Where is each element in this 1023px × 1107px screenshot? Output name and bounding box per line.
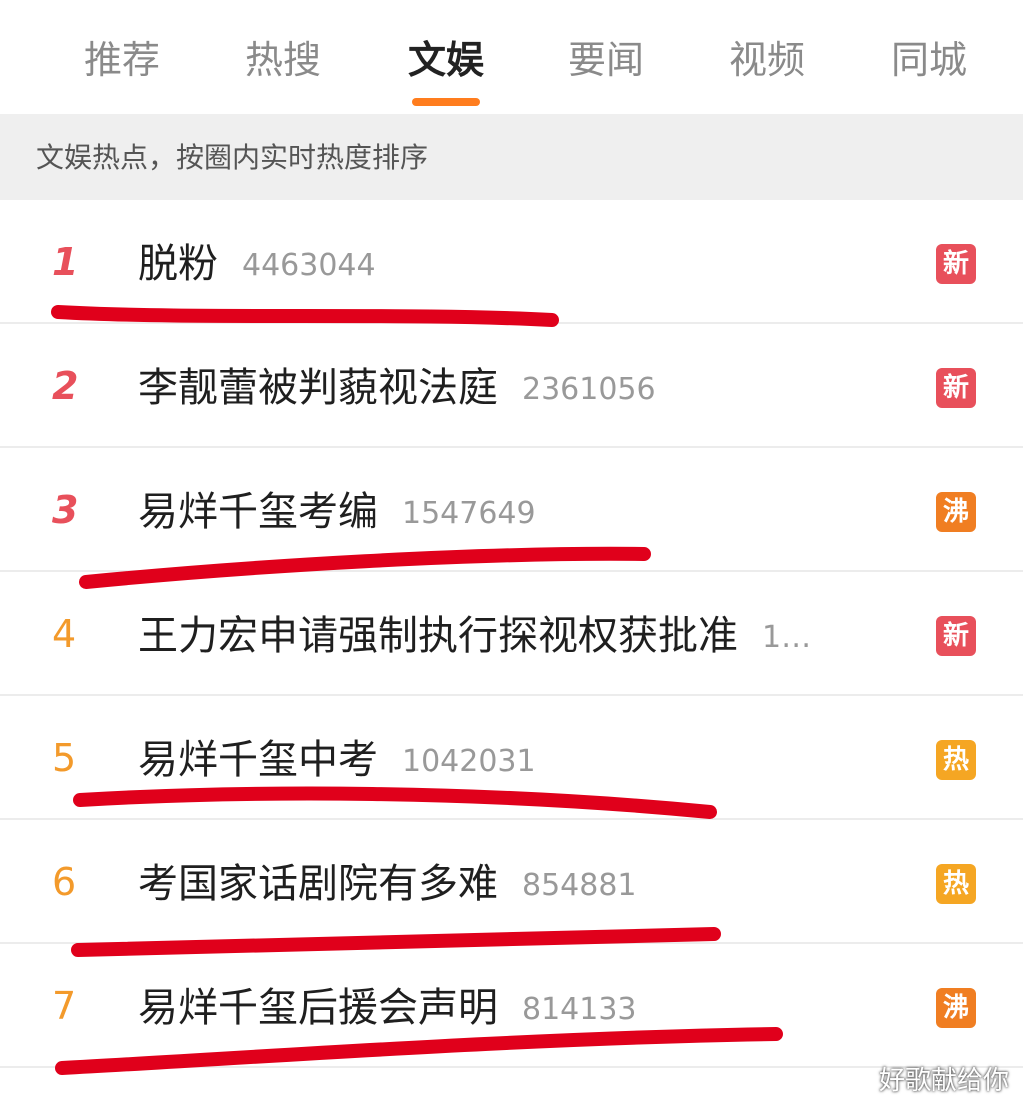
item-title: 脱粉 — [138, 241, 218, 287]
heat-value: 1547649 — [402, 496, 536, 531]
item-title-row: 脱粉 4463044 — [138, 236, 376, 292]
status-badge: 热 — [936, 740, 976, 780]
status-badge: 新 — [936, 616, 976, 656]
rank-number: 4 — [52, 612, 77, 656]
status-badge: 新 — [936, 368, 976, 408]
active-tab-indicator — [412, 98, 480, 106]
list-item[interactable]: 2 李靓蕾被判藐视法庭 2361056 新 — [0, 324, 1023, 448]
section-description: 文娱热点，按圈内实时热度排序 — [0, 114, 1023, 200]
tab-video[interactable]: 视频 — [707, 32, 827, 88]
item-title-row: 考国家话剧院有多难 854881 — [138, 856, 637, 912]
item-title: 易烊千玺后援会声明 — [138, 985, 498, 1031]
heat-value: 4463044 — [242, 248, 376, 283]
rank-number: 6 — [52, 860, 77, 904]
status-badge: 新 — [936, 244, 976, 284]
rank-number: 1 — [52, 240, 79, 284]
item-title-row: 易烊千玺后援会声明 814133 — [138, 980, 637, 1036]
status-badge: 沸 — [936, 492, 976, 532]
list-item[interactable]: 6 考国家话剧院有多难 854881 热 — [0, 820, 1023, 944]
heat-value: 854881 — [522, 868, 637, 903]
tab-recommend[interactable]: 推荐 — [62, 32, 182, 88]
rank-number: 5 — [52, 736, 77, 780]
item-title: 考国家话剧院有多难 — [138, 861, 498, 907]
status-badge: 热 — [936, 864, 976, 904]
item-title: 易烊千玺考编 — [138, 489, 378, 535]
tab-entertainment[interactable]: 文娱 — [386, 32, 506, 88]
list-item[interactable]: 7 易烊千玺后援会声明 814133 沸 — [0, 944, 1023, 1068]
status-badge: 沸 — [936, 988, 976, 1028]
item-title-row: 易烊千玺考编 1547649 — [138, 484, 536, 540]
tab-bar: 推荐 热搜 文娱 要闻 视频 同城 — [0, 0, 1023, 112]
watermark-text: 好歌献给你 — [878, 1066, 1009, 1096]
heat-value: 2361056 — [522, 372, 656, 407]
heat-value: 1… — [762, 620, 812, 655]
heat-value: 1042031 — [402, 744, 536, 779]
item-title: 王力宏申请强制执行探视权获批准 — [138, 613, 738, 659]
item-title: 易烊千玺中考 — [138, 737, 378, 783]
list-item[interactable]: 1 脱粉 4463044 新 — [0, 200, 1023, 324]
heat-value: 814133 — [522, 992, 637, 1027]
item-title-row: 王力宏申请强制执行探视权获批准 1… — [138, 608, 811, 664]
rank-number: 7 — [52, 984, 77, 1028]
tab-hot-search[interactable]: 热搜 — [223, 32, 343, 88]
item-title-row: 李靓蕾被判藐视法庭 2361056 — [138, 360, 656, 416]
list-item[interactable]: 4 王力宏申请强制执行探视权获批准 1… 新 — [0, 572, 1023, 696]
section-description-text: 文娱热点，按圈内实时热度排序 — [36, 141, 429, 174]
tab-news[interactable]: 要闻 — [546, 32, 666, 88]
item-title: 李靓蕾被判藐视法庭 — [138, 365, 498, 411]
item-title-row: 易烊千玺中考 1042031 — [138, 732, 536, 788]
list-item[interactable]: 3 易烊千玺考编 1547649 沸 — [0, 448, 1023, 572]
rank-number: 3 — [52, 488, 79, 532]
rank-number: 2 — [52, 364, 79, 408]
list-item[interactable]: 5 易烊千玺中考 1042031 热 — [0, 696, 1023, 820]
tab-local[interactable]: 同城 — [869, 32, 989, 88]
